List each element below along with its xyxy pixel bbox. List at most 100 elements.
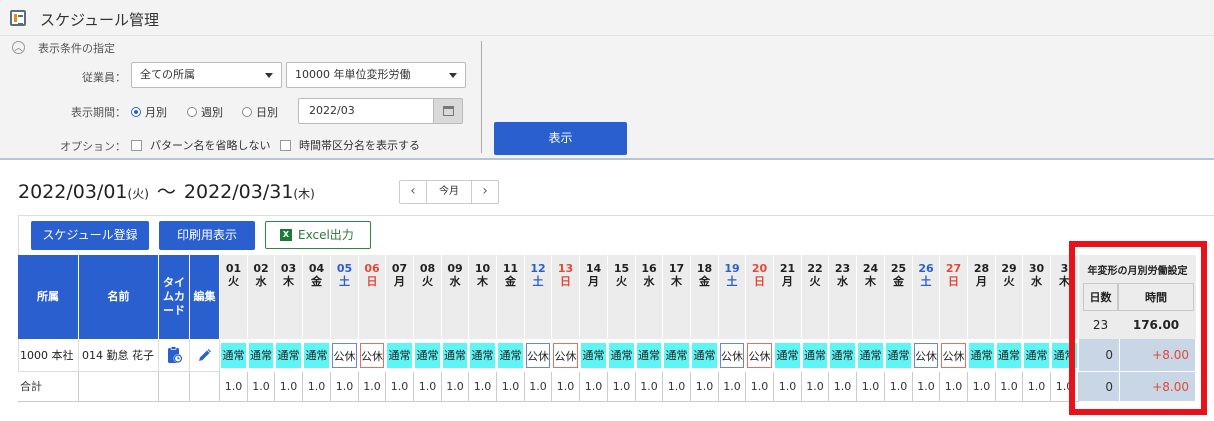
schedule-pattern: 通常 xyxy=(775,343,800,368)
schedule-cell[interactable]: 公休 xyxy=(359,339,386,372)
schedule-pattern: 公休 xyxy=(553,343,578,368)
month-input[interactable]: 2022/03 xyxy=(298,98,434,124)
day-weekday: 火 xyxy=(809,275,821,288)
date-range: 2022/03/01(火) 〜 2022/03/31(木) xyxy=(18,177,315,204)
schedule-pattern: 通常 xyxy=(581,343,606,368)
day-number: 27 xyxy=(945,262,962,275)
schedule-cell[interactable]: 通常 xyxy=(968,339,996,372)
day-weekday: 月 xyxy=(394,275,405,288)
day-weekday: 月 xyxy=(782,275,793,288)
radio-daily[interactable]: 日別 xyxy=(242,104,278,120)
schedule-cell[interactable]: 通常 xyxy=(220,339,248,372)
day-header: 19 土 xyxy=(719,255,746,339)
pencil-icon[interactable] xyxy=(197,347,213,363)
schedule-cell[interactable]: 通常 xyxy=(497,339,525,372)
schedule-cell[interactable]: 公休 xyxy=(913,339,940,372)
schedule-cell[interactable]: 通常 xyxy=(802,339,829,372)
radio-monthly[interactable]: 月別 xyxy=(131,104,167,120)
radio-monthly-label: 月別 xyxy=(145,106,167,119)
show-button[interactable]: 表示 xyxy=(494,122,627,155)
schedule-cell[interactable]: 通常 xyxy=(442,339,469,372)
schedule-cell[interactable]: 通常 xyxy=(303,339,331,372)
total-cell: 1.0 xyxy=(663,372,691,402)
day-number: 01 xyxy=(225,262,242,275)
schedule-cell[interactable]: 公休 xyxy=(552,339,580,372)
total-empty xyxy=(190,372,220,402)
prev-month-button[interactable]: ‹ xyxy=(400,181,426,203)
schedule-cell[interactable]: 通常 xyxy=(829,339,857,372)
schedule-cell[interactable]: 通常 xyxy=(691,339,719,372)
day-header: 04 金 xyxy=(303,255,331,339)
day-number: 04 xyxy=(308,262,325,275)
total-cell: 1.0 xyxy=(331,372,359,402)
day-header: 24 木 xyxy=(857,255,885,339)
schedule-cell[interactable]: 通常 xyxy=(608,339,636,372)
schedule-cell[interactable]: 通常 xyxy=(1023,339,1051,372)
day-weekday: 水 xyxy=(837,275,848,288)
schedule-cell[interactable]: 通常 xyxy=(414,339,442,372)
radio-selected-icon xyxy=(131,107,141,117)
schedule-cell[interactable]: 公休 xyxy=(746,339,774,372)
day-weekday: 金 xyxy=(893,275,904,288)
clipboard-clock-icon[interactable] xyxy=(167,346,183,364)
day-header: 15 火 xyxy=(608,255,636,339)
chevron-down-icon xyxy=(449,73,457,78)
option-2-label: 時間帯区分名を表示する xyxy=(299,139,420,152)
schedule-cell[interactable]: 通常 xyxy=(663,339,691,372)
schedule-pattern: 通常 xyxy=(443,343,467,368)
this-month-button[interactable]: 今月 xyxy=(426,181,472,203)
highlight-frame xyxy=(1069,241,1207,415)
next-month-button[interactable]: › xyxy=(472,181,498,203)
total-cell: 1.0 xyxy=(996,372,1023,402)
excel-export-button[interactable]: X Excel出力 xyxy=(265,221,371,249)
day-weekday: 金 xyxy=(699,275,710,288)
range-end-dow: (木) xyxy=(293,187,315,201)
schedule-cell[interactable]: 通常 xyxy=(386,339,414,372)
option-show-time-zone[interactable]: 時間帯区分名を表示する xyxy=(280,137,420,153)
period-label: 表示期間： xyxy=(71,106,126,119)
schedule-pattern: 通常 xyxy=(249,343,273,368)
day-weekday: 金 xyxy=(311,275,322,288)
collapse-chevron-icon[interactable]: ︿ xyxy=(12,41,25,54)
day-weekday: 土 xyxy=(920,275,932,288)
schedule-cell[interactable]: 通常 xyxy=(248,339,275,372)
day-number: 22 xyxy=(807,262,823,275)
schedule-cell[interactable]: 通常 xyxy=(275,339,303,372)
schedule-cell[interactable]: 通常 xyxy=(857,339,885,372)
day-number: 30 xyxy=(1028,262,1045,275)
schedule-pattern: 通常 xyxy=(221,343,246,368)
total-cell: 1.0 xyxy=(968,372,996,402)
day-weekday: 土 xyxy=(726,275,738,288)
day-number: 25 xyxy=(890,262,907,275)
header-timecard: タイムカード xyxy=(159,255,190,339)
schedule-register-button[interactable]: スケジュール登録 xyxy=(31,221,149,250)
schedule-cell[interactable]: 通常 xyxy=(885,339,913,372)
schedule-pattern: 通常 xyxy=(886,343,911,368)
print-view-button[interactable]: 印刷用表示 xyxy=(159,221,255,250)
day-header: 10 木 xyxy=(469,255,497,339)
schedule-cell[interactable]: 公休 xyxy=(719,339,746,372)
row-dept: 1000 本社 xyxy=(18,339,79,372)
affiliation-select[interactable]: 全ての所属 xyxy=(131,62,282,88)
schedule-cell[interactable]: 通常 xyxy=(580,339,608,372)
schedule-cell[interactable]: 通常 xyxy=(636,339,663,372)
pattern-select[interactable]: 10000 年単位変形労働 xyxy=(286,62,466,88)
schedule-cell[interactable]: 公休 xyxy=(940,339,968,372)
schedule-cell[interactable]: 公休 xyxy=(331,339,359,372)
header-edit: 編集 xyxy=(190,255,220,339)
schedule-cell[interactable]: 通常 xyxy=(469,339,497,372)
total-cell: 1.0 xyxy=(746,372,774,402)
schedule-cell[interactable]: 通常 xyxy=(774,339,802,372)
option-full-pattern-name[interactable]: パターン名を省略しない xyxy=(131,137,270,153)
schedule-cell[interactable]: 公休 xyxy=(525,339,552,372)
total-empty xyxy=(79,372,159,402)
radio-weekly[interactable]: 週別 xyxy=(187,104,223,120)
schedule-pattern: 公休 xyxy=(941,343,966,368)
schedule-pattern: 通常 xyxy=(803,343,827,368)
schedule-cell[interactable]: 通常 xyxy=(996,339,1023,372)
day-header: 03 木 xyxy=(275,255,303,339)
day-number: 21 xyxy=(779,262,796,275)
total-cell: 1.0 xyxy=(691,372,719,402)
calendar-button[interactable] xyxy=(433,98,463,124)
day-number: 19 xyxy=(724,262,740,275)
